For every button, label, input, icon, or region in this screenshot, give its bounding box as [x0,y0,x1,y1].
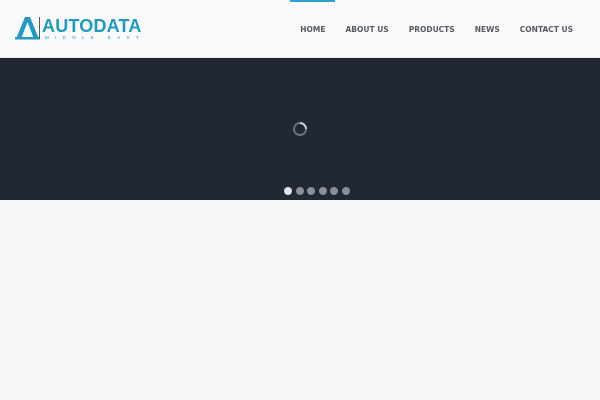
nav-item-about-us[interactable]: ABOUT US [335,0,398,57]
nav-item-home[interactable]: HOME [290,0,336,57]
slider-dot-2[interactable] [295,187,304,195]
nav-item-label: PRODUCTS [408,25,455,34]
nav-item-products[interactable]: PRODUCTS [399,0,465,57]
brand-name: AUTODATA [42,16,142,36]
logo-mark-icon [15,17,40,40]
main-nav: HOME ABOUT US PRODUCTS NEWS CONTACT US [290,0,583,57]
nav-item-label: HOME [300,25,326,34]
slider-dot-6[interactable] [341,187,350,195]
loading-spinner-icon [293,122,307,136]
brand-tagline: MIDDLE EAST [45,35,145,40]
site-header: AUTODATA MIDDLE EAST HOME ABOUT US PRODU… [0,0,600,58]
nav-item-label: NEWS [474,25,500,34]
slider-dot-3[interactable] [307,187,315,195]
hero-slider[interactable] [0,58,600,200]
nav-item-label: CONTACT US [519,25,573,34]
slider-dot-4[interactable] [318,187,327,195]
nav-item-label: ABOUT US [345,25,389,34]
nav-item-contact-us[interactable]: CONTACT US [510,0,583,57]
slider-dot-1[interactable] [284,187,292,195]
slider-dot-5[interactable] [330,187,338,195]
nav-item-news[interactable]: NEWS [465,0,510,57]
page-content [0,200,600,400]
slider-pagination [284,187,350,195]
autodata-logo[interactable]: AUTODATA MIDDLE EAST [15,16,142,42]
